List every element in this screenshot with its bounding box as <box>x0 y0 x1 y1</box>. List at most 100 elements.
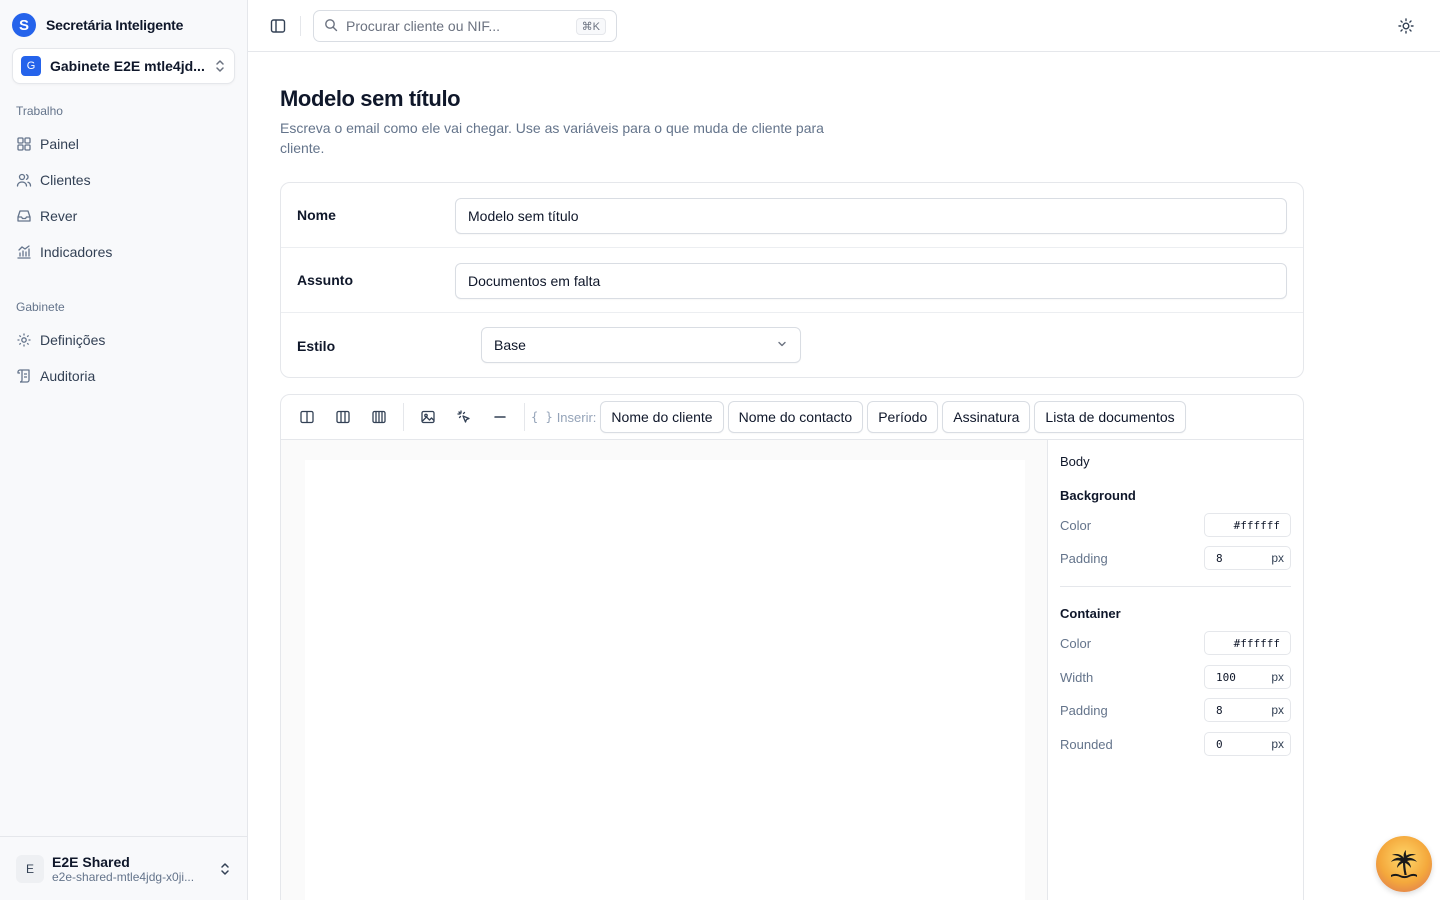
sidebar-item-label: Definições <box>40 332 106 348</box>
subject-input[interactable] <box>455 263 1287 299</box>
unit-label: px <box>1271 737 1284 751</box>
editor-toolbar: { } Inserir: Nome do cliente Nome do con… <box>281 395 1303 440</box>
insert-label: Inserir: <box>556 409 597 425</box>
grid-icon <box>16 136 32 152</box>
divider <box>524 403 525 431</box>
chevron-down-icon <box>776 337 788 353</box>
user-email: e2e-shared-mtle4jdg-x0ji... <box>52 869 195 884</box>
palm-tree-icon <box>1386 845 1422 884</box>
users-icon <box>16 172 32 188</box>
page-description: Escreva o email como ele vai chegar. Use… <box>280 120 824 156</box>
divider <box>300 16 301 36</box>
sidebar-item-indicadores[interactable]: Indicadores <box>8 236 239 268</box>
variable-periodo[interactable]: Período <box>867 401 939 433</box>
search-icon <box>324 18 338 35</box>
columns-3-icon[interactable] <box>325 399 361 435</box>
sidebar-item-label: Clientes <box>40 172 91 188</box>
org-switcher[interactable]: G Gabinete E2E mtle4jd... <box>12 48 235 84</box>
container-padding-value: 8 <box>1216 703 1223 717</box>
form-row-style: Estilo Base <box>281 313 1303 378</box>
bg-color-label: Color <box>1060 518 1092 533</box>
braces-icon: { } <box>531 410 553 424</box>
editor-canvas[interactable] <box>281 440 1048 900</box>
email-editor: { } Inserir: Nome do cliente Nome do con… <box>280 394 1304 900</box>
button-cursor-icon[interactable] <box>446 399 482 435</box>
app-logo: S <box>12 13 36 37</box>
org-name: Gabinete E2E mtle4jd... <box>50 58 205 74</box>
container-color-label: Color <box>1060 636 1092 651</box>
container-width-label: Width <box>1060 670 1094 685</box>
bg-color-field[interactable]: #ffffff <box>1204 513 1291 537</box>
assistant-launcher-button[interactable] <box>1376 836 1432 892</box>
style-label: Estilo <box>297 337 336 354</box>
org-badge: G <box>21 56 41 76</box>
page-title: Modelo sem título <box>280 86 461 111</box>
sidebar-item-label: Auditoria <box>40 368 96 384</box>
columns-4-icon[interactable] <box>361 399 397 435</box>
divider-line-icon[interactable] <box>482 399 518 435</box>
container-width-field[interactable]: 100 px <box>1204 665 1291 689</box>
unit-label: px <box>1271 551 1284 565</box>
section-label-gabinete: Gabinete <box>16 300 65 314</box>
unit-label: px <box>1271 703 1284 717</box>
container-padding-field[interactable]: 8 px <box>1204 698 1291 722</box>
inbox-icon <box>16 208 32 224</box>
sidebar: S Secretária Inteligente G Gabinete E2E … <box>0 0 248 900</box>
bg-padding-label: Padding <box>1060 551 1108 566</box>
section-label-trabalho: Trabalho <box>16 104 63 118</box>
search-input[interactable] <box>346 18 568 34</box>
divider <box>1060 586 1291 587</box>
background-heading: Background <box>1060 488 1136 503</box>
gear-icon <box>16 332 32 348</box>
app-name: Secretária Inteligente <box>46 17 184 33</box>
brand[interactable]: S Secretária Inteligente <box>12 13 183 37</box>
style-select[interactable]: Base <box>481 327 801 363</box>
container-rounded-value: 0 <box>1216 737 1223 751</box>
template-form: Nome Assunto Estilo Base <box>280 182 1304 378</box>
sidebar-item-rever[interactable]: Rever <box>8 200 239 232</box>
container-color-field[interactable]: #ffffff <box>1204 631 1291 655</box>
variable-assinatura[interactable]: Assinatura <box>942 401 1031 433</box>
sun-icon[interactable] <box>1396 16 1416 36</box>
user-name: E2E Shared <box>52 853 130 870</box>
form-row-subject: Assunto <box>281 248 1303 313</box>
style-select-value: Base <box>494 337 526 353</box>
variable-nome-do-contacto[interactable]: Nome do contacto <box>727 401 864 433</box>
chart-icon <box>16 244 32 260</box>
name-input[interactable] <box>455 198 1287 234</box>
shortcut-hint: ⌘K <box>575 17 606 35</box>
variable-lista-de-documentos[interactable]: Lista de documentos <box>1034 401 1186 433</box>
sidebar-item-auditoria[interactable]: Auditoria <box>8 360 239 392</box>
container-rounded-field[interactable]: 0 px <box>1204 732 1291 756</box>
sidebar-item-painel[interactable]: Painel <box>8 128 239 160</box>
avatar: E <box>16 854 44 883</box>
chevrons-up-down-icon <box>219 862 231 876</box>
container-rounded-label: Rounded <box>1060 737 1113 752</box>
unit-label: px <box>1271 670 1284 684</box>
sidebar-toggle-icon[interactable] <box>268 16 288 36</box>
user-menu[interactable]: E E2E Shared e2e-shared-mtle4jdg-x0ji... <box>0 836 247 900</box>
scroll-icon <box>16 368 32 384</box>
container-heading: Container <box>1060 606 1121 621</box>
container-width-value: 100 <box>1216 670 1236 684</box>
properties-panel: Body Background Color #ffffff Padding 8 … <box>1047 440 1303 900</box>
search-box[interactable]: ⌘K <box>313 10 617 42</box>
email-body-sheet[interactable] <box>305 460 1025 900</box>
bg-padding-value: 8 <box>1216 551 1223 565</box>
sidebar-item-label: Painel <box>40 136 79 152</box>
subject-label: Assunto <box>297 272 353 288</box>
sidebar-item-label: Indicadores <box>40 244 113 260</box>
topbar: ⌘K <box>248 0 1440 52</box>
bg-padding-field[interactable]: 8 px <box>1204 546 1291 570</box>
divider <box>403 403 404 431</box>
sidebar-item-clientes[interactable]: Clientes <box>8 164 239 196</box>
props-title: Body <box>1060 454 1090 469</box>
columns-2-icon[interactable] <box>289 399 325 435</box>
sidebar-item-definicoes[interactable]: Definições <box>8 324 239 356</box>
variable-nome-do-cliente[interactable]: Nome do cliente <box>600 401 724 433</box>
container-padding-label: Padding <box>1060 703 1108 718</box>
form-row-name: Nome <box>281 183 1303 248</box>
sidebar-item-label: Rever <box>40 208 78 224</box>
name-label: Nome <box>297 207 336 223</box>
image-icon[interactable] <box>410 399 446 435</box>
